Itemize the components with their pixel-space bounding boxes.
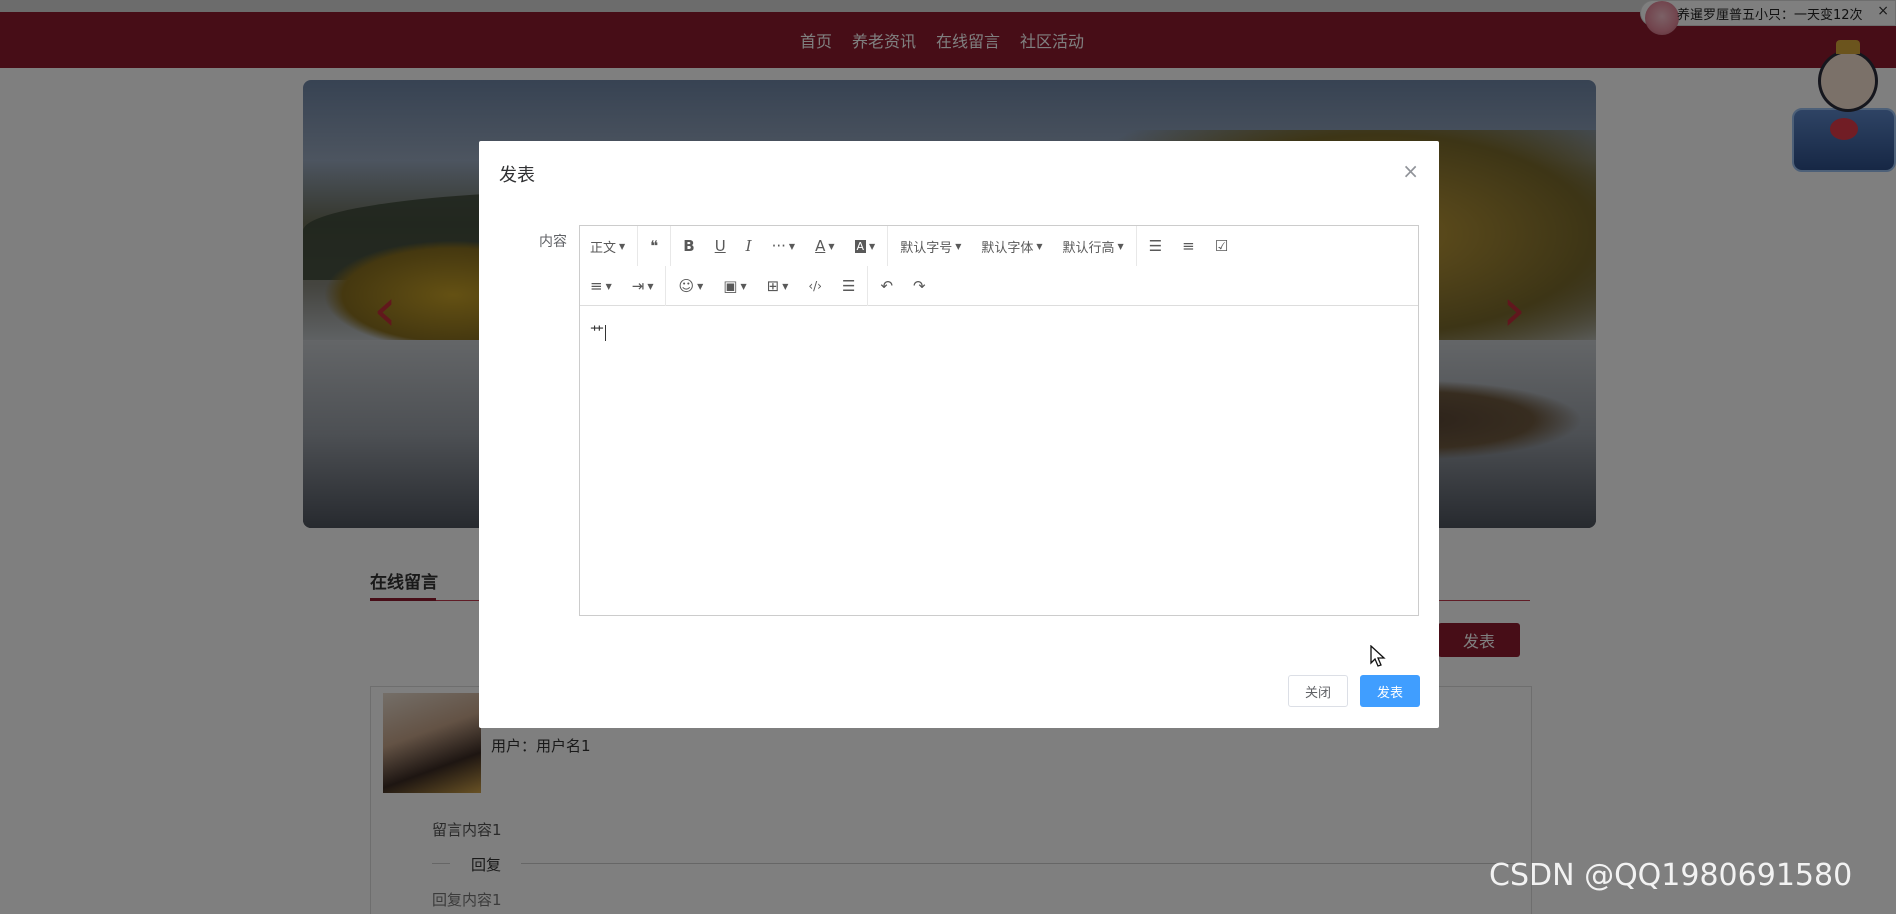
align-icon: ≡ xyxy=(590,277,603,295)
chevron-down-icon: ▼ xyxy=(697,281,704,291)
redo-icon: ↷ xyxy=(913,277,926,295)
quote-button[interactable]: ❝ xyxy=(640,231,668,261)
chevron-down-icon: ▼ xyxy=(828,241,835,251)
font-color-icon: A xyxy=(815,237,826,255)
chevron-down-icon: ▼ xyxy=(1117,241,1124,251)
todo-icon: ☑ xyxy=(1214,237,1229,255)
content-field-label: 内容 xyxy=(539,234,567,250)
indent-icon: ⇥ xyxy=(631,277,645,295)
text-cursor xyxy=(605,325,606,341)
chevron-down-icon: ▼ xyxy=(740,281,747,291)
watermark: CSDN @QQ1980691580 xyxy=(1489,858,1853,893)
bullet-list-button[interactable]: ☰ xyxy=(1139,231,1172,261)
editor-typed-text: 艹 xyxy=(590,325,604,341)
font-color-button[interactable]: A ▼ xyxy=(805,231,844,261)
rich-text-editor: 正文▼ ❝ B U I ···▼ A▼ A▼ 默认字号▼ 默认字体▼ xyxy=(579,225,1419,616)
toolbar-row-1: 正文▼ ❝ B U I ···▼ A▼ A▼ 默认字号▼ 默认字体▼ xyxy=(580,226,1238,266)
paragraph-style-label: 正文 xyxy=(590,240,617,256)
editor-toolbar: 正文▼ ❝ B U I ···▼ A▼ A▼ 默认字号▼ 默认字体▼ xyxy=(580,226,1418,306)
close-icon[interactable]: × xyxy=(1402,159,1419,183)
toolbar-separator xyxy=(887,226,889,266)
undo-button[interactable]: ↶ xyxy=(870,271,903,301)
post-dialog: 发表 × 内容 正文 ▼ ❝ B U I ··· ▼ A ▼ A ▼ 默认字号 ▼ xyxy=(479,141,1439,728)
line-height-label: 默认行高 xyxy=(1062,240,1115,256)
numbered-list-icon: ≡ xyxy=(1182,237,1195,255)
editor-content-area[interactable]: 艹 xyxy=(580,306,1418,615)
bold-button[interactable]: B xyxy=(673,231,704,261)
chevron-down-icon: ▼ xyxy=(782,281,789,291)
image-icon: ▣ xyxy=(723,277,738,295)
font-size-label: 默认字号 xyxy=(900,240,953,256)
mouse-cursor-icon xyxy=(1370,645,1386,667)
chevron-down-icon: ▼ xyxy=(788,241,796,251)
chevron-down-icon: ▼ xyxy=(955,241,962,251)
todo-button[interactable]: ☑ xyxy=(1205,231,1238,261)
bold-icon: B xyxy=(683,237,695,255)
bg-color-icon: A xyxy=(854,239,867,253)
chevron-down-icon: ▼ xyxy=(647,281,654,291)
table-dropdown[interactable]: ⊞ ▼ xyxy=(757,271,799,301)
numbered-list-button[interactable]: ≡ xyxy=(1172,231,1205,261)
toolbar-separator xyxy=(670,226,672,266)
chevron-down-icon: ▼ xyxy=(869,241,876,251)
divider-icon: ☰ xyxy=(841,277,856,295)
italic-button[interactable]: I xyxy=(736,231,762,261)
chevron-down-icon: ▼ xyxy=(605,281,612,291)
line-height-dropdown[interactable]: 默认行高 ▼ xyxy=(1053,231,1134,261)
paragraph-style-dropdown[interactable]: 正文 ▼ xyxy=(580,231,635,261)
toolbar-separator xyxy=(867,266,869,306)
font-family-label: 默认字体 xyxy=(981,240,1034,256)
toolbar-separator xyxy=(1135,226,1137,266)
code-icon: ‹/› xyxy=(808,279,822,293)
submit-button[interactable]: 发表 xyxy=(1360,675,1420,707)
divider-button[interactable]: ☰ xyxy=(832,271,865,301)
underline-icon: U xyxy=(714,237,726,255)
more-icon: ··· xyxy=(771,237,786,255)
editor-text[interactable]: 艹 xyxy=(590,322,606,342)
more-styles-button[interactable]: ··· ▼ xyxy=(762,231,805,261)
redo-button[interactable]: ↷ xyxy=(903,271,936,301)
align-dropdown[interactable]: ≡ ▼ xyxy=(580,271,622,301)
underline-button[interactable]: U xyxy=(705,231,736,261)
chevron-down-icon: ▼ xyxy=(1036,241,1043,251)
font-size-dropdown[interactable]: 默认字号 ▼ xyxy=(890,231,971,261)
bullet-list-icon: ☰ xyxy=(1148,237,1163,255)
undo-icon: ↶ xyxy=(880,277,894,295)
emoji-icon: ☺ xyxy=(678,277,695,295)
toolbar-separator xyxy=(665,266,667,306)
toolbar-separator xyxy=(637,226,639,266)
toolbar-row-2: ≡ ▼ ⇥ ▼ ☺ ▼ ▣ ▼ ⊞ ▼ ‹/› ☰ ↶ ↷ xyxy=(580,266,936,306)
code-button[interactable]: ‹/› xyxy=(798,271,832,301)
background-color-button[interactable]: A ▼ xyxy=(845,231,886,261)
quote-icon: ❝ xyxy=(650,237,659,255)
emoji-dropdown[interactable]: ☺ ▼ xyxy=(668,271,713,301)
image-dropdown[interactable]: ▣ ▼ xyxy=(713,271,756,301)
table-icon: ⊞ xyxy=(766,277,780,295)
close-button[interactable]: 关闭 xyxy=(1288,675,1348,707)
font-family-dropdown[interactable]: 默认字体 ▼ xyxy=(971,231,1052,261)
indent-dropdown[interactable]: ⇥ ▼ xyxy=(622,271,664,301)
chevron-down-icon: ▼ xyxy=(619,241,626,251)
dialog-title: 发表 xyxy=(499,165,535,186)
italic-icon: I xyxy=(745,237,752,255)
